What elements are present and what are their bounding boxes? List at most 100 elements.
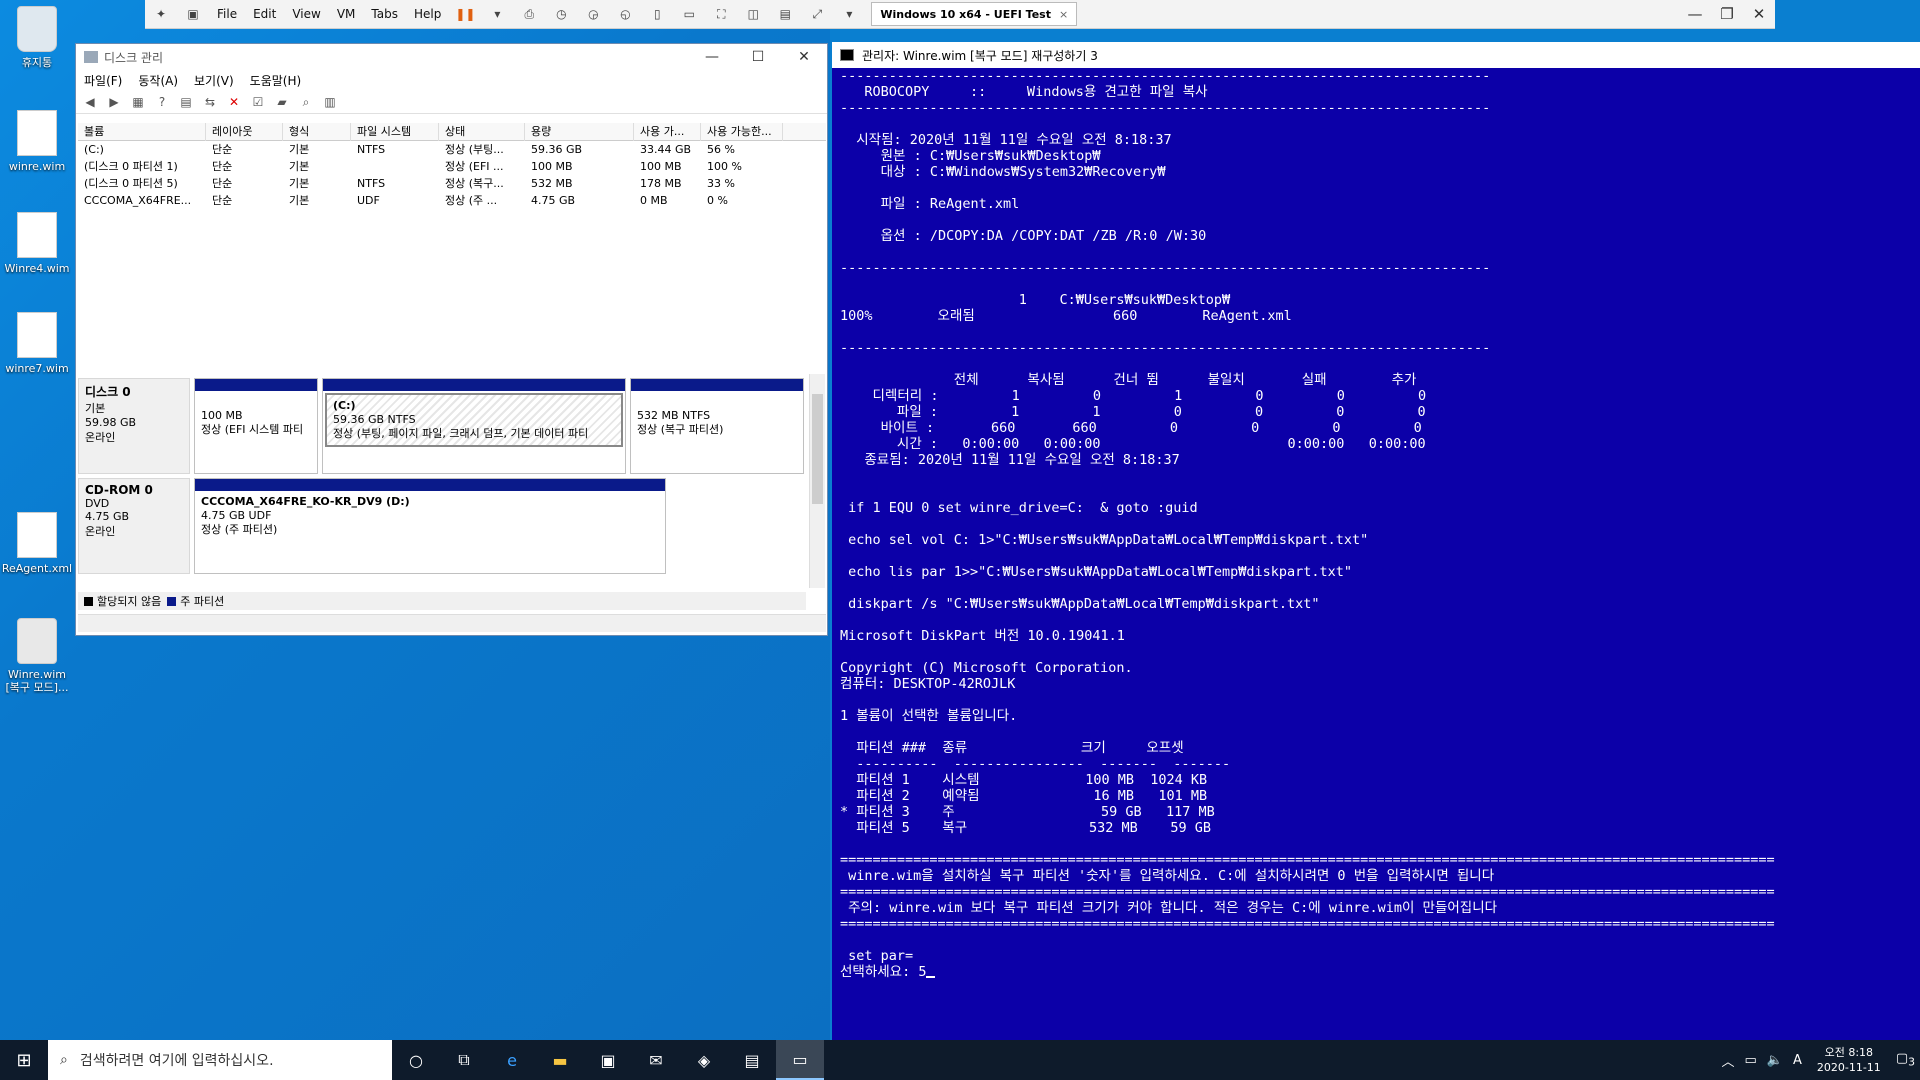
recovery-partition[interactable]: 532 MB NTFS 정상 (복구 파티션) <box>630 378 804 474</box>
console-icon[interactable]: ▤ <box>775 6 795 22</box>
table-cell: 33 % <box>707 177 735 190</box>
menu-view[interactable]: View <box>284 7 328 21</box>
maximize-icon[interactable]: ☐ <box>735 49 781 65</box>
console-tree-icon[interactable]: ▦ <box>128 93 148 111</box>
recycle-bin-icon[interactable]: 휴지통 <box>0 6 74 69</box>
column-header[interactable]: 용량 <box>525 122 634 141</box>
file-explorer-icon[interactable]: ▬ <box>536 1040 584 1080</box>
chevron-down-icon[interactable]: ▾ <box>839 6 859 22</box>
column-header[interactable]: 레이아웃 <box>206 122 283 141</box>
column-header[interactable]: 상태 <box>439 122 525 141</box>
unity-icon[interactable]: ◫ <box>743 6 763 22</box>
menu-view[interactable]: 보기(V) <box>194 72 234 89</box>
table-row[interactable]: (C:) 단순 기본 NTFS 정상 (부팅... 59.36 GB 33.44… <box>78 141 826 158</box>
mail-icon[interactable]: ✉ <box>632 1040 680 1080</box>
search-box[interactable]: ⌕ 검색하려면 여기에 입력하십시오. <box>48 1040 392 1080</box>
task-view-icon[interactable]: ⧉ <box>440 1040 488 1080</box>
snapshot-manager-icon[interactable]: ◵ <box>615 6 635 22</box>
forward-icon[interactable]: ▶ <box>104 93 124 111</box>
pause-icon[interactable]: ❚❚ <box>455 6 475 22</box>
delete-icon[interactable]: ✕ <box>224 93 244 111</box>
menu-tabs[interactable]: Tabs <box>363 7 406 21</box>
command-prompt-icon[interactable]: ▭ <box>776 1040 824 1080</box>
efi-partition[interactable]: 100 MB 정상 (EFI 시스템 파티 <box>194 378 318 474</box>
volume-icon[interactable]: 🔈 <box>1767 1053 1783 1068</box>
console-titlebar[interactable]: 관리자: Winre.wim [복구 모드] 재구성하기 3 <box>832 42 1920 68</box>
console-output[interactable]: ----------------------------------------… <box>832 68 1920 980</box>
stretch-icon[interactable]: ⤢ <box>807 6 827 22</box>
table-row[interactable]: CCCOMA_X64FRE... 단순 기본 UDF 정상 (주 ... 4.7… <box>78 192 826 209</box>
send-keys-icon[interactable]: ⎙ <box>519 6 539 22</box>
partition-size: 59.36 GB NTFS <box>333 413 416 426</box>
disk-graph-view: 디스크 0 기본 59.98 GB 온라인 100 MB 정상 (EFI 시스템 … <box>78 374 808 628</box>
store-icon[interactable]: ▣ <box>584 1040 632 1080</box>
menu-help[interactable]: Help <box>406 7 449 21</box>
chevron-down-icon[interactable]: ▾ <box>487 6 507 22</box>
network-icon[interactable]: ▭ <box>1744 1053 1756 1068</box>
close-icon[interactable]: ✕ <box>1743 5 1775 23</box>
menu-action[interactable]: 동작(A) <box>138 72 178 89</box>
pin-icon[interactable]: ✦ <box>151 6 171 22</box>
snapshot-icon[interactable]: ◷ <box>551 6 571 22</box>
ime-indicator[interactable]: A <box>1793 1053 1802 1068</box>
volume-name: CCCOMA_X64FRE_KO-KR_DV9 (D:) <box>201 495 410 508</box>
notification-icon[interactable]: ▢3 <box>1896 1051 1915 1069</box>
back-icon[interactable]: ◀ <box>80 93 100 111</box>
menu-file[interactable]: 파일(F) <box>84 72 122 89</box>
scrollbar[interactable] <box>809 374 825 588</box>
c-partition[interactable]: (C:) 59.36 GB NTFS 정상 (부팅, 페이지 파일, 크래시 덤프,… <box>322 378 626 474</box>
close-icon[interactable]: × <box>1059 8 1068 21</box>
check-icon[interactable]: ☑ <box>248 93 268 111</box>
console-title: 관리자: Winre.wim [복구 모드] 재구성하기 3 <box>862 48 1098 63</box>
restore-icon[interactable]: ❐ <box>1711 5 1743 23</box>
close-icon[interactable]: ✕ <box>781 49 827 65</box>
file-icon[interactable]: Winre4.wim <box>0 212 74 275</box>
disk-0-row: 디스크 0 기본 59.98 GB 온라인 100 MB 정상 (EFI 시스템 … <box>78 378 808 474</box>
cdrom-volume[interactable]: CCCOMA_X64FRE_KO-KR_DV9 (D:) 4.75 GB UDF 정… <box>194 478 666 574</box>
sidebar-toggle-icon[interactable]: ▯ <box>647 6 667 22</box>
disk-management-icon[interactable]: ▤ <box>728 1040 776 1080</box>
xml-file-icon[interactable]: ReAgent.xml <box>0 512 74 575</box>
search-icon[interactable]: ⌕ <box>296 93 316 111</box>
disk-state: 온라인 <box>85 525 116 538</box>
file-icon[interactable]: winre.wim <box>0 110 74 173</box>
menu-vm[interactable]: VM <box>329 7 364 21</box>
minimize-icon[interactable]: — <box>1679 5 1711 23</box>
edge-icon[interactable]: e <box>488 1040 536 1080</box>
windows-start-icon[interactable]: ⊞ <box>0 1040 48 1080</box>
column-header[interactable]: 볼륨 <box>78 122 206 141</box>
column-header[interactable]: 사용 가능한... <box>701 122 783 141</box>
folder-icon[interactable]: ▰ <box>272 93 292 111</box>
table-cell: UDF <box>357 194 380 207</box>
window-titlebar[interactable]: 디스크 관리 — ☐ ✕ <box>76 44 827 70</box>
clock[interactable]: 오전 8:18 2020-11-11 <box>1817 1045 1881 1075</box>
table-row[interactable]: (디스크 0 파티션 1) 단순 기본 정상 (EFI ... 100 MB 1… <box>78 158 826 175</box>
connect-icon[interactable]: ⇆ <box>200 93 220 111</box>
properties-icon[interactable]: ▤ <box>176 93 196 111</box>
revert-snapshot-icon[interactable]: ◶ <box>583 6 603 22</box>
disk-tool-icon[interactable]: ◈ <box>680 1040 728 1080</box>
fullscreen-icon[interactable]: ⛶ <box>711 6 731 22</box>
table-row[interactable]: (디스크 0 파티션 5) 단순 기본 NTFS 정상 (복구... 532 M… <box>78 175 826 192</box>
disk-type: 기본 <box>85 402 106 415</box>
partition-status: 정상 (부팅, 페이지 파일, 크래시 덤프, 기본 데이터 파티 <box>333 427 589 440</box>
minimize-icon[interactable]: — <box>689 49 735 65</box>
menu-help[interactable]: 도움말(H) <box>250 72 302 89</box>
vm-tab[interactable]: Windows 10 x64 - UEFI Test × <box>871 2 1078 26</box>
column-header[interactable]: 파일 시스템 <box>351 122 439 141</box>
vm-library-icon[interactable]: ▣ <box>183 6 203 22</box>
thumbnail-icon[interactable]: ▭ <box>679 6 699 22</box>
help-icon[interactable]: ? <box>152 93 172 111</box>
column-header[interactable]: 형식 <box>283 122 351 141</box>
column-header[interactable]: 사용 가... <box>634 122 701 141</box>
cortana-icon[interactable]: ○ <box>392 1040 440 1080</box>
cdrom-label[interactable]: CD-ROM 0 DVD 4.75 GB 온라인 <box>78 478 190 574</box>
menu-file[interactable]: File <box>209 7 245 21</box>
disk-0-label[interactable]: 디스크 0 기본 59.98 GB 온라인 <box>78 378 190 474</box>
gear-icon[interactable]: Winre.wim [복구 모드]... <box>0 618 74 694</box>
chevron-up-icon[interactable]: ︿ <box>1721 1051 1734 1070</box>
settings-icon[interactable]: ▥ <box>320 93 340 111</box>
file-icon[interactable]: winre7.wim <box>0 312 74 375</box>
menu-edit[interactable]: Edit <box>245 7 284 21</box>
legend: 할당되지 않음 주 파티션 <box>78 592 806 610</box>
